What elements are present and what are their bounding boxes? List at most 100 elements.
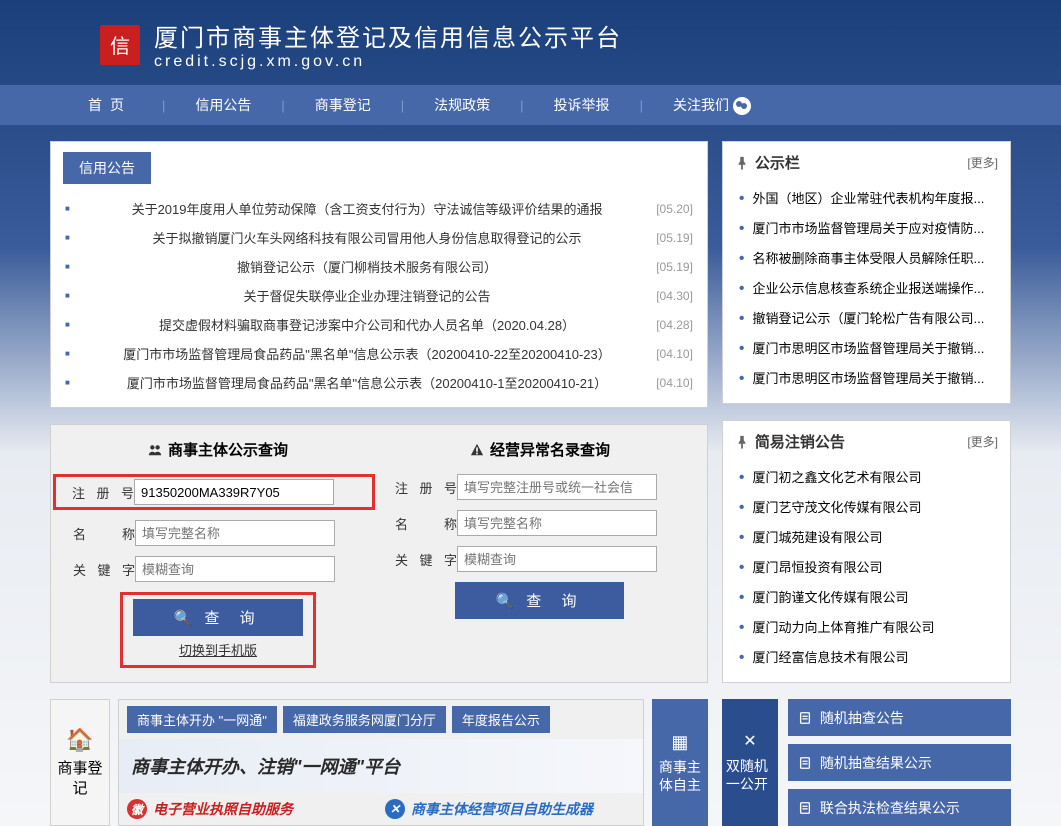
- nav-register[interactable]: 商事登记: [297, 95, 389, 115]
- wechat-icon: [733, 97, 751, 115]
- banner-bottom: 徽电子营业执照自助服务 ✕商事主体经营项目自助生成器: [119, 793, 643, 825]
- abnormal-reg-input[interactable]: [457, 474, 657, 500]
- news-link[interactable]: 关于2019年度用人单位劳动保障（含工资支付行为）守法诚信等级评价结果的通报: [132, 199, 603, 218]
- nav-policy[interactable]: 法规政策: [416, 95, 508, 115]
- banner-text: 商事主体开办、注销"一网通"平台: [119, 739, 643, 793]
- banner-bot-item[interactable]: ✕商事主体经营项目自助生成器: [385, 799, 635, 819]
- header: 信 厦门市商事主体登记及信用信息公示平台 credit.scjg.xm.gov.…: [0, 0, 1061, 85]
- list-item[interactable]: 厦门昂恒投资有限公司: [735, 552, 998, 582]
- link-icon: ✕: [743, 732, 756, 753]
- entity-search-title: 商事主体公示查询: [61, 439, 375, 460]
- news-date: [04.30]: [656, 289, 693, 303]
- name-label: 名 称: [73, 524, 135, 543]
- bottom-row: 🏠 商事登记 商事主体开办 "一网通" 福建政务服务网厦门分厅 年度报告公示 商…: [0, 699, 1061, 826]
- abnormal-name-input[interactable]: [457, 510, 657, 536]
- simple-cancel-panel: 简易注销公告 [更多] 厦门初之鑫文化艺术有限公司 厦门艺守茂文化传媒有限公司 …: [722, 420, 1011, 683]
- abnormal-search-button[interactable]: 🔍 查 询: [455, 582, 624, 619]
- list-item[interactable]: 厦门韵谨文化传媒有限公司: [735, 582, 998, 612]
- nav-complaint[interactable]: 投诉举报: [536, 95, 628, 115]
- banner-tab[interactable]: 福建政务服务网厦门分厅: [283, 706, 446, 733]
- main-container: 信用公告 关于2019年度用人单位劳动保障（含工资支付行为）守法诚信等级评价结果…: [0, 125, 1061, 699]
- entity-search-button[interactable]: 🔍 查 询: [133, 599, 302, 636]
- credit-notice-list: 关于2019年度用人单位劳动保障（含工资支付行为）守法诚信等级评价结果的通报 [0…: [63, 194, 695, 397]
- bulletin-title: 公示栏: [735, 152, 800, 173]
- reg-box[interactable]: 🏠 商事登记: [50, 699, 110, 826]
- news-date: [04.10]: [656, 376, 693, 390]
- news-item: 关于2019年度用人单位劳动保障（含工资支付行为）守法诚信等级评价结果的通报 [0…: [63, 194, 695, 223]
- list-item[interactable]: 厦门动力向上体育推广有限公司: [735, 612, 998, 642]
- bulletin-list: 外国（地区）企业常驻代表机构年度报... 厦门市市场监督管理局关于应对疫情防..…: [735, 183, 998, 393]
- main-nav: 首页| 信用公告| 商事登记| 法规政策| 投诉举报| 关注我们: [0, 85, 1061, 125]
- logo-icon: 信: [100, 25, 140, 65]
- bottom-right: ✕ 双随机一公开 随机抽查公告 随机抽查结果公示 联合执法检查结果公示: [722, 699, 1011, 826]
- bottom-left: 🏠 商事登记 商事主体开办 "一网通" 福建政务服务网厦门分厅 年度报告公示 商…: [50, 699, 708, 826]
- nav-follow[interactable]: 关注我们: [655, 95, 769, 115]
- news-item: 厦门市市场监督管理局食品药品"黑名单"信息公示表（20200410-22至202…: [63, 339, 695, 368]
- banner-tab[interactable]: 商事主体开办 "一网通": [127, 706, 277, 733]
- link-btn[interactable]: 随机抽查结果公示: [788, 744, 1011, 781]
- search-panel: 商事主体公示查询 注 册 号 名 称 关 键 字 🔍 查 询 切换到手机版 经营…: [50, 424, 708, 683]
- pin-icon: [735, 156, 749, 170]
- simple-cancel-more[interactable]: [更多]: [967, 433, 998, 450]
- list-item[interactable]: 厦门经富信息技术有限公司: [735, 642, 998, 672]
- news-item: 关于督促失联停业企业办理注销登记的公告 [04.30]: [63, 281, 695, 310]
- news-item: 撤销登记公示（厦门柳梢技术服务有限公司） [05.19]: [63, 252, 695, 281]
- wrench-icon: ✕: [385, 799, 405, 819]
- name-input[interactable]: [135, 520, 335, 546]
- highlight-search-btn: 🔍 查 询 切换到手机版: [120, 592, 315, 668]
- entity-search: 商事主体公示查询 注 册 号 名 称 关 键 字 🔍 查 询 切换到手机版: [61, 439, 375, 668]
- news-date: [05.19]: [656, 260, 693, 274]
- reg-text: 商事登记: [55, 759, 105, 798]
- right-column: 公示栏 [更多] 外国（地区）企业常驻代表机构年度报... 厦门市市场监督管理局…: [722, 141, 1011, 699]
- news-item: 厦门市市场监督管理局食品药品"黑名单"信息公示表（20200410-1至2020…: [63, 368, 695, 397]
- list-item[interactable]: 厦门初之鑫文化艺术有限公司: [735, 462, 998, 492]
- header-title: 厦门市商事主体登记及信用信息公示平台 credit.scjg.xm.gov.cn: [154, 18, 622, 71]
- news-link[interactable]: 关于督促失联停业企业办理注销登记的公告: [244, 286, 491, 305]
- keyword-input[interactable]: [135, 556, 335, 582]
- reg-input[interactable]: [134, 479, 334, 505]
- news-date: [05.20]: [656, 202, 693, 216]
- abnormal-search-title: 经营异常名录查询: [383, 439, 697, 460]
- bulletin-item[interactable]: 名称被删除商事主体受限人员解除任职...: [735, 243, 998, 273]
- simple-cancel-list: 厦门初之鑫文化艺术有限公司 厦门艺守茂文化传媒有限公司 厦门城苑建设有限公司 厦…: [735, 462, 998, 672]
- banner-bot-item[interactable]: 徽电子营业执照自助服务: [127, 799, 377, 819]
- list-item[interactable]: 厦门艺守茂文化传媒有限公司: [735, 492, 998, 522]
- bulletin-item[interactable]: 外国（地区）企业常驻代表机构年度报...: [735, 183, 998, 213]
- users-icon: [148, 443, 162, 457]
- link-btn[interactable]: 随机抽查公告: [788, 699, 1011, 736]
- name-label: 名 称: [395, 514, 457, 533]
- bulletin-item[interactable]: 企业公示信息核查系统企业报送端操作...: [735, 273, 998, 303]
- list-item[interactable]: 厦门城苑建设有限公司: [735, 522, 998, 552]
- news-link[interactable]: 厦门市市场监督管理局食品药品"黑名单"信息公示表（20200410-22至202…: [123, 344, 611, 363]
- bulletin-item[interactable]: 厦门市市场监督管理局关于应对疫情防...: [735, 213, 998, 243]
- bulletin-more[interactable]: [更多]: [967, 154, 998, 171]
- doc-icon: [798, 756, 812, 770]
- bulletin-item[interactable]: 撤销登记公示（厦门轮松广告有限公司...: [735, 303, 998, 333]
- nav-credit[interactable]: 信用公告: [177, 95, 269, 115]
- nav-home[interactable]: 首页: [70, 95, 150, 115]
- banner-area: 商事主体开办 "一网通" 福建政务服务网厦门分厅 年度报告公示 商事主体开办、注…: [118, 699, 644, 826]
- news-date: [04.28]: [656, 318, 693, 332]
- bulletin-item[interactable]: 厦门市思明区市场监督管理局关于撤销...: [735, 333, 998, 363]
- double-random-box[interactable]: ✕ 双随机一公开: [722, 699, 778, 826]
- link-btn[interactable]: 联合执法检查结果公示: [788, 789, 1011, 826]
- keyword-label: 关 键 字: [395, 550, 457, 569]
- reg-label: 注 册 号: [72, 483, 134, 502]
- abnormal-keyword-input[interactable]: [457, 546, 657, 572]
- bulletin-item[interactable]: 厦门市思明区市场监督管理局关于撤销...: [735, 363, 998, 393]
- badge-icon: 徽: [127, 799, 147, 819]
- self-declare-box[interactable]: ▦ 商事主体自主: [652, 699, 708, 826]
- highlight-reg-input: 注 册 号: [53, 474, 375, 510]
- link-stack: 随机抽查公告 随机抽查结果公示 联合执法检查结果公示: [788, 699, 1011, 826]
- abnormal-search: 经营异常名录查询 注 册 号 名 称 关 键 字 🔍 查 询: [383, 439, 697, 668]
- mobile-link[interactable]: 切换到手机版: [179, 643, 257, 658]
- news-link[interactable]: 提交虚假材料骗取商事登记涉案中介公司和代办人员名单（2020.04.28）: [159, 315, 575, 334]
- news-date: [04.10]: [656, 347, 693, 361]
- simple-cancel-title: 简易注销公告: [735, 431, 845, 452]
- banner-tab[interactable]: 年度报告公示: [452, 706, 550, 733]
- news-link[interactable]: 撤销登记公示（厦门柳梢技术服务有限公司）: [237, 257, 497, 276]
- news-link[interactable]: 关于拟撤销厦门火车头网络科技有限公司冒用他人身份信息取得登记的公示: [153, 228, 582, 247]
- news-item: 提交虚假材料骗取商事登记涉案中介公司和代办人员名单（2020.04.28） [04…: [63, 310, 695, 339]
- bulletin-panel: 公示栏 [更多] 外国（地区）企业常驻代表机构年度报... 厦门市市场监督管理局…: [722, 141, 1011, 404]
- news-link[interactable]: 厦门市市场监督管理局食品药品"黑名单"信息公示表（20200410-1至2020…: [127, 373, 607, 392]
